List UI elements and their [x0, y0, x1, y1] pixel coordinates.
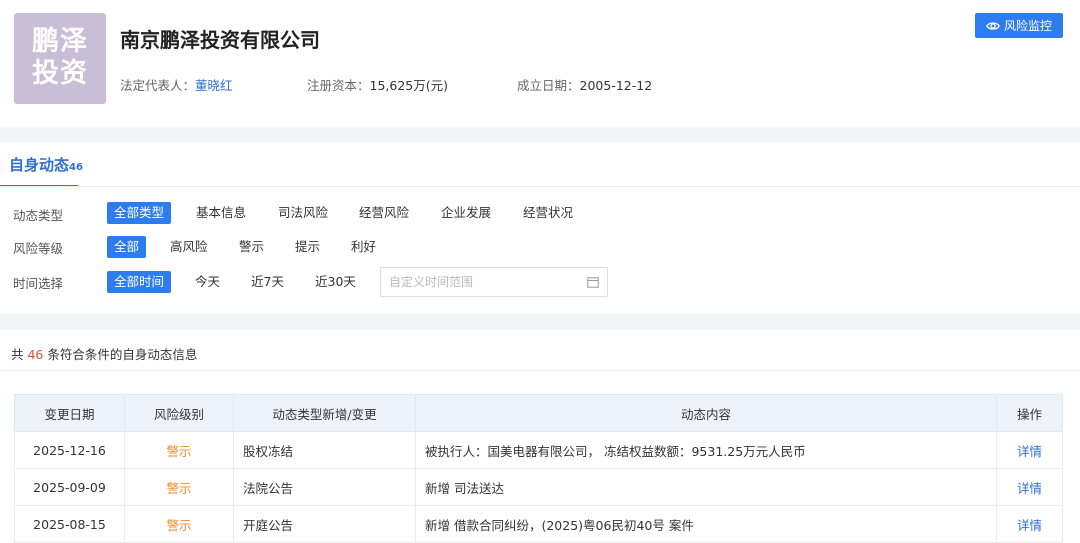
legal-rep: 法定代表人：董晓红: [120, 75, 233, 94]
risk-monitor-button[interactable]: 风险监控: [975, 13, 1063, 38]
custom-date-range[interactable]: [380, 267, 608, 297]
time-option-7days[interactable]: 近7天: [244, 271, 291, 293]
col-header-date: 变更日期: [14, 394, 125, 432]
table-row: 2025-12-16 警示 股权冻结 被执行人：国美电器有限公司， 冻结权益数额…: [14, 431, 1063, 469]
risk-option-positive[interactable]: 利好: [344, 236, 383, 258]
filter-time-label: 时间选择: [13, 276, 64, 291]
cell-date: 2025-09-09: [14, 468, 125, 506]
founded-value: 2005-12-12: [579, 78, 653, 93]
company-name: 南京鹏泽投资有限公司: [120, 28, 320, 52]
summary-count: 46: [27, 347, 44, 362]
registered-capital: 注册资本：15,625万(元): [307, 75, 448, 94]
tab-count: 46: [69, 162, 83, 173]
dynamics-table: 变更日期 风险级别 动态类型新增/变更 动态内容 操作 2025-12-16 警…: [14, 394, 1063, 543]
cell-risk: 警示: [124, 431, 234, 469]
logo-line-1: 鹏泽: [32, 26, 88, 57]
date-range-input[interactable]: [389, 275, 579, 289]
type-option-judicial[interactable]: 司法风险: [271, 202, 335, 224]
eye-icon: [986, 21, 1000, 30]
type-option-basic[interactable]: 基本信息: [189, 202, 253, 224]
risk-option-high[interactable]: 高风险: [163, 236, 215, 258]
type-option-status[interactable]: 经营状况: [516, 202, 580, 224]
risk-option-notice[interactable]: 提示: [288, 236, 327, 258]
col-header-content: 动态内容: [415, 394, 997, 432]
calendar-icon[interactable]: [587, 276, 599, 288]
summary-suffix: 条符合条件的自身动态信息: [43, 347, 198, 362]
filter-type-label: 动态类型: [13, 208, 64, 223]
legal-rep-link[interactable]: 董晓红: [195, 78, 233, 93]
table-header-row: 变更日期 风险级别 动态类型新增/变更 动态内容 操作: [14, 394, 1063, 432]
cell-risk: 警示: [124, 468, 234, 506]
cell-risk: 警示: [124, 505, 234, 543]
cell-content: 新增 借款合同纠纷，(2025)粤06民初40号 案件: [415, 505, 997, 543]
capital-label: 注册资本：: [307, 78, 370, 93]
filter-panel: 自身动态46 动态类型 全部类型 基本信息 司法风险 经营风险 企业发展 经营状…: [0, 142, 1080, 314]
summary-divider: [0, 370, 1080, 371]
col-header-type: 动态类型新增/变更: [233, 394, 416, 432]
col-header-action: 操作: [996, 394, 1063, 432]
founded-label: 成立日期：: [517, 78, 580, 93]
col-header-risk: 风险级别: [124, 394, 234, 432]
cell-content: 被执行人：国美电器有限公司， 冻结权益数额：9531.25万元人民币: [415, 431, 997, 469]
time-option-all[interactable]: 全部时间: [107, 271, 172, 293]
company-header: 鹏泽 投资 南京鹏泽投资有限公司 法定代表人：董晓红 注册资本：15,625万(…: [0, 0, 1080, 127]
logo-line-2: 投资: [32, 58, 88, 89]
results-panel: 共 46 条符合条件的自身动态信息 变更日期 风险级别 动态类型新增/变更 动态…: [0, 330, 1080, 543]
result-summary: 共 46 条符合条件的自身动态信息: [11, 344, 197, 363]
type-option-development[interactable]: 企业发展: [434, 202, 498, 224]
cell-date: 2025-12-16: [14, 431, 125, 469]
legal-rep-label: 法定代表人：: [120, 78, 196, 93]
cell-type: 股权冻结: [233, 431, 416, 469]
risk-option-all[interactable]: 全部: [107, 236, 147, 258]
table-row: 2025-08-15 警示 开庭公告 新增 借款合同纠纷，(2025)粤06民初…: [14, 505, 1063, 543]
risk-monitor-label: 风险监控: [1003, 19, 1052, 33]
filter-risk-label: 风险等级: [13, 241, 64, 256]
cell-type: 法院公告: [233, 468, 416, 506]
time-option-30days[interactable]: 近30天: [308, 271, 363, 293]
risk-option-warning[interactable]: 警示: [232, 236, 271, 258]
founded-date: 成立日期：2005-12-12: [517, 75, 652, 94]
tab-divider: [0, 186, 1080, 187]
company-logo: 鹏泽 投资: [14, 13, 106, 104]
table-row: 2025-09-09 警示 法院公告 新增 司法送达 详情: [14, 468, 1063, 506]
type-option-all[interactable]: 全部类型: [107, 202, 172, 224]
type-option-operation-risk[interactable]: 经营风险: [352, 202, 416, 224]
detail-link[interactable]: 详情: [996, 468, 1063, 506]
cell-content: 新增 司法送达: [415, 468, 997, 506]
time-option-today[interactable]: 今天: [188, 271, 227, 293]
capital-value: 15,625万(元): [369, 78, 449, 93]
detail-link[interactable]: 详情: [996, 505, 1063, 543]
tab-label: 自身动态: [9, 156, 70, 174]
detail-link[interactable]: 详情: [996, 431, 1063, 469]
cell-date: 2025-08-15: [14, 505, 125, 543]
tab-self-dynamics[interactable]: 自身动态46: [9, 154, 83, 175]
summary-prefix: 共: [11, 347, 28, 362]
cell-type: 开庭公告: [233, 505, 416, 543]
